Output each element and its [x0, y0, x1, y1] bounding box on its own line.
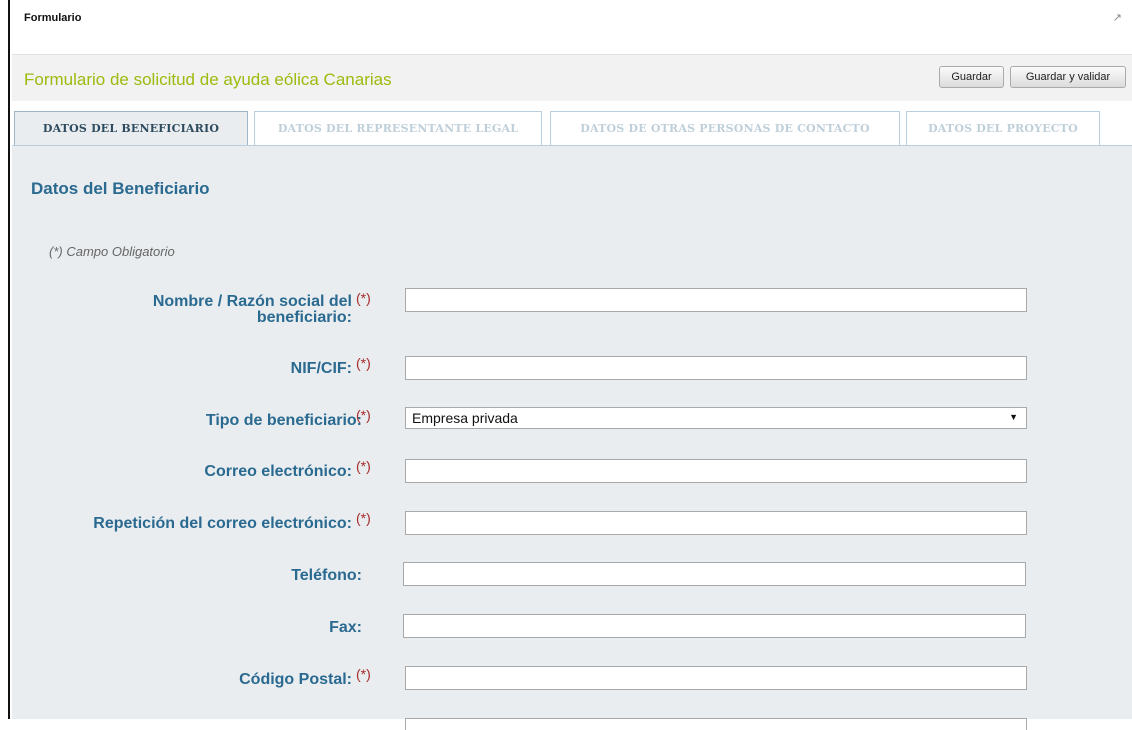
- form-title: Formulario de solicitud de ayuda eólica …: [24, 70, 392, 89]
- fax-label: Fax:: [329, 619, 362, 636]
- correo-input[interactable]: [405, 459, 1027, 483]
- tipo-label: Tipo de beneficiario:: [205, 412, 362, 429]
- tab-bar: DATOS DEL BENEFICIARIO DATOS DEL REPRESE…: [12, 101, 1132, 146]
- tab-datos-beneficiario[interactable]: DATOS DEL BENEFICIARIO: [14, 111, 248, 146]
- nombre-label-line2: beneficiario:: [256, 309, 352, 326]
- window-titlebar: Formulario ↗: [12, 0, 1132, 34]
- nombre-required-mark: (*): [356, 290, 371, 306]
- telefono-label: Teléfono:: [291, 567, 362, 584]
- nombre-label: Nombre / Razón social del beneficiario:: [32, 294, 352, 326]
- toolbar-spacer: [12, 34, 1132, 55]
- tab-datos-proyecto[interactable]: DATOS DEL PROYECTO: [906, 111, 1100, 146]
- tab-datos-otras-personas-contacto[interactable]: DATOS DE OTRAS PERSONAS DE CONTACTO: [550, 111, 900, 146]
- correo-required-mark: (*): [356, 458, 371, 474]
- tipo-select[interactable]: Empresa privada ▼: [405, 407, 1027, 429]
- next-field-partial[interactable]: [405, 718, 1027, 730]
- popout-icon[interactable]: ↗: [1113, 11, 1122, 24]
- correo-repeat-label: Repetición del correo electrónico:: [93, 515, 352, 532]
- tipo-required-mark: (*): [356, 407, 371, 423]
- codigo-postal-required-mark: (*): [356, 666, 371, 682]
- app-frame: Formulario ↗ Formulario de solicitud de …: [8, 0, 1132, 730]
- tipo-selected-value: Empresa privada: [412, 410, 518, 426]
- nombre-label-line1: Nombre / Razón social del: [152, 293, 352, 310]
- codigo-postal-input[interactable]: [405, 666, 1027, 690]
- codigo-postal-label: Código Postal:: [239, 671, 352, 688]
- nif-required-mark: (*): [356, 355, 371, 371]
- correo-repeat-required-mark: (*): [356, 510, 371, 526]
- fax-input[interactable]: [403, 614, 1026, 638]
- telefono-input[interactable]: [403, 562, 1026, 586]
- save-and-validate-button[interactable]: Guardar y validar: [1010, 66, 1126, 88]
- save-button[interactable]: Guardar: [939, 66, 1004, 88]
- nif-label: NIF/CIF:: [290, 360, 352, 377]
- nombre-input[interactable]: [405, 288, 1027, 312]
- form-header: Formulario de solicitud de ayuda eólica …: [12, 55, 1132, 102]
- window-title: Formulario: [24, 12, 82, 24]
- required-note: (*) Campo Obligatorio: [49, 244, 175, 259]
- nif-input[interactable]: [405, 356, 1027, 380]
- correo-label: Correo electrónico:: [204, 463, 352, 480]
- dropdown-arrow-icon: ▼: [1009, 412, 1018, 422]
- form-panel: Datos del Beneficiario (*) Campo Obligat…: [12, 145, 1132, 730]
- section-title: Datos del Beneficiario: [31, 179, 210, 198]
- correo-repeat-input[interactable]: [405, 511, 1027, 535]
- tab-datos-representante-legal[interactable]: DATOS DEL REPRESENTANTE LEGAL: [254, 111, 542, 146]
